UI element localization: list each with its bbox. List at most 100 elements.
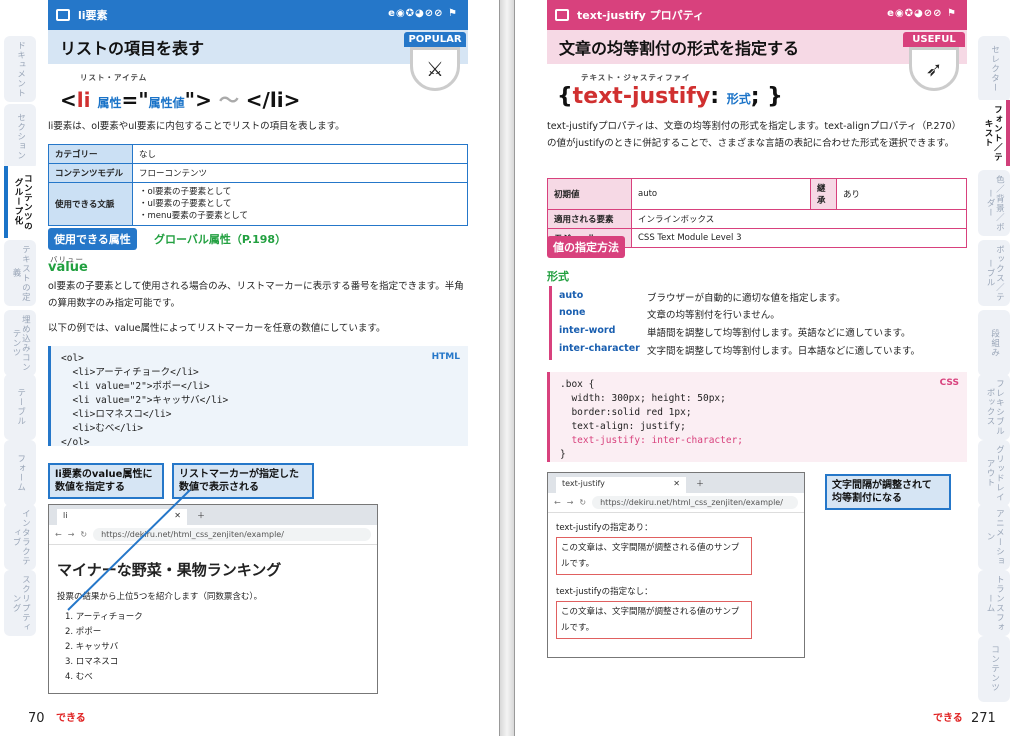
browser-urlbar: ← → ↻ https://dekiru.net/html_css_zenjit… [548,493,804,513]
table-key: 適用される要素 [547,209,632,229]
format-bar [549,286,552,360]
syntax-eq: =" [121,88,149,112]
tab-grid-layout[interactable]: グリッドレイアウト [978,440,1010,506]
tab-transform[interactable]: トランスフォーム [978,570,1010,636]
format-label: 形式 [547,270,569,283]
syntax-tilde: 〜 [218,88,239,112]
attr-section-label: 使用できる属性 [48,228,137,250]
new-tab-icon[interactable]: ＋ [696,478,704,489]
syntax: リスト・アイテム <li 属性="属性値"> 〜 </li> [60,72,300,113]
code-line: <li value="2">キャッサバ</li> [61,395,229,406]
tab-form[interactable]: フォーム [4,440,36,506]
bow-icon: ➶ [909,47,959,91]
format-key: inter-character [559,343,640,354]
tab-section[interactable]: セクション [4,104,36,170]
table-key: カテゴリー [48,144,133,164]
value-attr-name: value [48,260,88,275]
unjustified-box: この文章は、文字間隔が調整される値のサンプルです。 [556,601,752,639]
reload-icon[interactable]: ↻ [579,498,586,507]
table-key: 初期値 [547,178,632,210]
tab-embedded-content[interactable]: 埋め込みコンテンツ [4,310,36,376]
browser-screenshot: text-justify ✕ ＋ ← → ↻ https://dekiru.net… [547,472,805,658]
format-row: none 文章の均等割付を行いません。 [559,307,780,321]
tab-table[interactable]: テーブル [4,374,36,440]
tab-columns[interactable]: 段組み [978,310,1010,376]
property-header: text-justify プロパティ e◉✪◕⊘⊘ ⚑ [547,0,967,30]
tab-color-bg-border[interactable]: 色／背景／ボーダー [978,170,1010,236]
popular-badge: POPULAR ⚔ [404,32,466,94]
example-description: 以下の例では、value属性によってリストマーカーを任意の数値にしています。 [48,323,386,334]
syntax-close: "> [184,88,212,112]
spec-table: カテゴリー なし コンテンツモデル フローコンテンツ 使用できる文脈 ・ol要素の子要… [48,144,468,226]
tab-box-table[interactable]: ボックス／テーブル [978,240,1010,306]
format-row: inter-character 文字間を調整して均等割付します。日本語などに適して… [559,343,920,357]
sword-icon: ⚔ [410,47,460,91]
page-number: 271 [971,711,996,726]
format-value: 文章の均等割付を行いません。 [647,310,780,321]
list-item: 3. ロマネスコ [65,657,119,667]
tab-document[interactable]: ドキュメント [4,36,36,102]
table-key: コンテンツモデル [48,163,133,183]
syntax-format: 形式 [726,92,751,106]
chapter-tabs-left: ドキュメント セクション コンテンツのグループ化 テキストの定義 埋め込みコンテ… [0,0,46,736]
property-label: text-justify プロパティ [577,9,704,22]
table-value: ・ol要素の子要素として ・ul要素の子要素として ・menu要素の子要素として [132,182,468,226]
list-item: 4. むべ [65,672,93,682]
tab-interactive[interactable]: インタラクティブ [4,504,36,570]
list-item: 2. ポポー [65,627,102,637]
syntax-brace: { [557,84,573,109]
code-lang: HTML [431,352,460,362]
close-icon[interactable]: ✕ [673,479,680,491]
callout-justify: 文字間隔が調整されて 均等割付になる [825,474,951,510]
syntax-attr: 属性 [97,96,122,110]
element-label: li要素 [78,9,108,22]
browser-tab[interactable]: text-justify ✕ [556,477,686,493]
code-line: } [560,449,566,460]
table-value: あり [836,178,967,210]
tab-font-text[interactable]: フォント／テキスト [978,100,1010,166]
format-row: auto ブラウザーが自動的に適切な値を指定します。 [559,290,846,304]
syntax-tag: li [76,88,91,112]
right-page: セレクター フォント／テキスト 色／背景／ボーダー ボックス／テーブル 段組み … [514,0,1014,736]
code-lang: CSS [939,378,959,388]
format-key: inter-word [559,325,616,336]
page-number: 70 [28,711,45,726]
checkbox-icon [555,9,569,21]
tab-content-grouping[interactable]: コンテンツのグループ化 [4,166,36,238]
format-value: 単語間を調整して均等割付します。英語などに適しています。 [647,328,911,339]
tab-text-definition[interactable]: テキストの定義 [4,240,36,306]
description: text-justifyプロパティは、文章の均等割付の形式を指定します。text… [547,121,962,149]
format-value: 文字間を調整して均等割付します。日本語などに適しています。 [647,346,921,357]
code-line: width: 300px; height: 50px; [560,393,726,404]
justified-box: この文章は、文字間隔が調整される値のサンプルです。 [556,537,752,575]
code-line: <li>ロマネスコ</li> [61,409,172,420]
publisher-logo: できる [56,713,86,724]
tab-content[interactable]: コンテンツ [978,636,1010,702]
tab-scripting[interactable]: スクリプティング [4,570,36,636]
syntax-val: 属性値 [148,96,185,110]
global-attr-link[interactable]: グローバル属性（P.198） [154,231,286,247]
format-row: inter-word 単語間を調整して均等割付します。英語などに適しています。 [559,325,911,339]
tab-animation[interactable]: アニメーション [978,504,1010,570]
badge-label: POPULAR [404,32,466,47]
value-description: ol要素の子要素として使用される場合のみ、リストマーカーに表示する番号を指定でき… [48,281,464,309]
url-field[interactable]: https://dekiru.net/html_css_zenjiten/exa… [592,496,798,509]
tab-flexbox[interactable]: フレキシブルボックス [978,374,1010,440]
format-key: auto [559,290,584,301]
syntax-ruby: テキスト・ジャスティファイ [581,73,691,82]
checkbox-icon [56,9,70,21]
table-value: インラインボックス [631,209,967,229]
code-line: <li value="2">ポポー</li> [61,381,210,392]
html-code-block: HTML <ol> <li>アーティチョーク</li> <li value="2… [48,346,468,448]
code-line: border:solid red 1px; [560,407,692,418]
browser-tabbar: text-justify ✕ ＋ [548,473,804,493]
syntax-lt: < [60,88,77,112]
forward-icon[interactable]: → [567,498,574,507]
useful-badge: USEFUL ➶ [903,32,965,94]
back-icon[interactable]: ← [554,498,561,507]
format-value: ブラウザーが自動的に適切な値を指定します。 [647,293,846,304]
chapter-tabs-right: セレクター フォント／テキスト 色／背景／ボーダー ボックス／テーブル 段組み … [968,0,1014,736]
tab-selector[interactable]: セレクター [978,36,1010,102]
list-item: 2. キャッサバ [65,642,119,652]
code-line: <li>アーティチョーク</li> [61,367,199,378]
